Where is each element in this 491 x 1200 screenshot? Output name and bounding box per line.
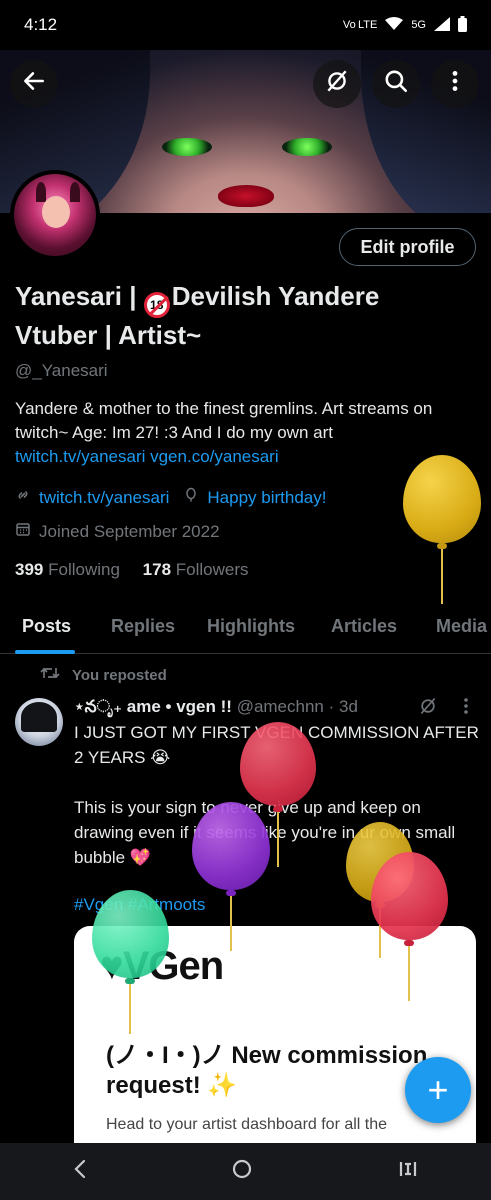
balloon-string <box>441 549 443 604</box>
post-handle-time: @amechnn · 3d <box>236 697 358 716</box>
tab-highlights[interactable]: Highlights <box>207 616 295 637</box>
balloon-string <box>129 984 131 1034</box>
followers-count: 178 <box>142 560 172 579</box>
banner-lips <box>218 185 274 207</box>
post-header: ⋆నೃ₊ ame • vgen !! @amechnn · 3d <box>74 697 358 721</box>
avatar-horn-right <box>70 182 80 202</box>
active-tab-indicator <box>15 650 75 654</box>
website-link[interactable]: twitch.tv/yanesari <box>39 488 169 508</box>
balloon-string <box>277 812 279 867</box>
tab-articles[interactable]: Articles <box>331 616 397 637</box>
display-name-part1: Yanesari | <box>15 281 144 311</box>
more-vertical-icon <box>442 68 468 101</box>
banner-eye-left <box>162 138 212 156</box>
post-more-icon[interactable] <box>462 696 470 721</box>
balloon-green <box>92 890 172 1040</box>
balloon-body <box>192 802 270 890</box>
arrow-left-icon <box>21 68 47 101</box>
avatar-face <box>42 196 70 228</box>
wifi-icon <box>385 16 404 34</box>
volte-indicator: Vo LTE <box>342 19 378 31</box>
tab-replies[interactable]: Replies <box>111 616 175 637</box>
balloon-body <box>92 890 169 978</box>
follow-stats: 399 Following 178 Followers <box>15 560 249 580</box>
banner-eye-right <box>282 138 332 156</box>
bio-links[interactable]: twitch.tv/yanesari vgen.co/yanesari <box>15 447 279 466</box>
search-button[interactable] <box>372 60 420 108</box>
balloon-yellow <box>403 455 483 605</box>
calendar-icon <box>15 521 39 542</box>
balloon-icon <box>183 487 207 508</box>
signal-icon <box>434 16 450 34</box>
edit-profile-button[interactable]: Edit profile <box>339 228 476 266</box>
search-icon <box>383 68 409 101</box>
status-icons: Vo LTE 5G <box>342 15 467 35</box>
balloon-body <box>371 852 448 940</box>
link-icon <box>15 487 39 508</box>
repost-label: You reposted <box>72 666 167 684</box>
nav-back-icon[interactable] <box>72 1158 88 1186</box>
battery-icon <box>458 15 467 35</box>
profile-meta-row: twitch.tv/yanesari Happy birthday! <box>15 487 326 508</box>
card-description: Head to your artist dashboard for all th… <box>106 1116 388 1133</box>
compose-button[interactable]: + <box>405 1057 471 1123</box>
avatar-horn-left <box>36 182 46 202</box>
birthday-link[interactable]: Happy birthday! <box>207 488 326 508</box>
joined-row: Joined September 2022 <box>15 521 220 542</box>
age-18-badge: 18 <box>143 292 170 318</box>
post-avatar-hair <box>21 702 57 732</box>
post-grok-icon[interactable] <box>418 696 438 721</box>
following-link[interactable]: 399 Following <box>15 560 120 579</box>
status-bar: 4:12 Vo LTE 5G <box>0 0 491 50</box>
post-author-avatar[interactable] <box>15 698 63 746</box>
followers-link[interactable]: 178 Followers <box>143 560 249 579</box>
profile-avatar[interactable] <box>10 170 100 260</box>
system-nav-bar <box>0 1143 491 1200</box>
grok-icon <box>324 68 350 101</box>
tab-posts[interactable]: Posts <box>22 616 71 637</box>
balloon-body <box>403 455 481 543</box>
followers-label: Followers <box>175 560 249 579</box>
profile-handle: @_Yanesari <box>15 361 108 380</box>
nav-home-icon[interactable] <box>231 1158 253 1186</box>
nav-recents-icon[interactable] <box>397 1158 419 1186</box>
profile-tabs: Posts Replies Highlights Articles Media <box>0 608 491 654</box>
bio-text: Yandere & mother to the finest gremlins.… <box>15 399 433 442</box>
following-label: Following <box>48 560 120 579</box>
balloon-body <box>240 722 316 806</box>
network-type: 5G <box>411 19 426 31</box>
post-author-name[interactable]: ⋆నೃ₊ ame • vgen !! <box>74 697 232 716</box>
grok-button[interactable] <box>313 60 361 108</box>
joined-date: Joined September 2022 <box>39 521 220 541</box>
back-button[interactable] <box>10 60 58 108</box>
balloon-string <box>230 896 232 951</box>
balloon-purple <box>192 802 272 952</box>
more-button[interactable] <box>431 60 479 108</box>
balloon-string <box>408 946 410 1001</box>
following-count: 399 <box>15 560 44 579</box>
card-title: (ノ・Ι・)ノ New commission request! ✨ <box>106 1042 428 1099</box>
repost-icon <box>40 665 60 685</box>
balloon-red-2 <box>371 852 451 1002</box>
repost-indicator: You reposted <box>40 665 167 685</box>
status-time: 4:12 <box>24 15 58 34</box>
tab-media[interactable]: Media <box>436 616 487 637</box>
display-name: Yanesari | 18 Devilish Yandere Vtuber | A… <box>15 279 445 352</box>
